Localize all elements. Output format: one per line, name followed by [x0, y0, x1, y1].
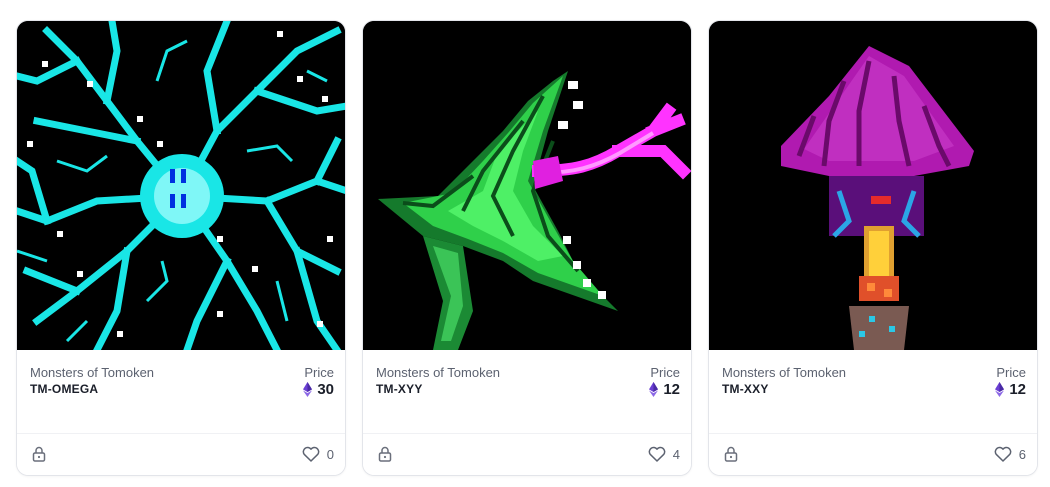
heart-icon	[648, 446, 666, 462]
token-name[interactable]: TM-OMEGA	[30, 382, 98, 396]
nft-info: Monsters of Tomoken TM-XYY Price 12	[363, 350, 691, 436]
nft-card[interactable]: Monsters of Tomoken TM-OMEGA Price 30 0	[16, 20, 346, 476]
token-name[interactable]: TM-XYY	[376, 382, 423, 396]
nft-card[interactable]: Monsters of Tomoken TM-XYY Price 12 4	[362, 20, 692, 476]
collection-name[interactable]: Monsters of Tomoken	[30, 365, 154, 380]
price-label: Price	[996, 365, 1026, 380]
price: 12	[995, 381, 1026, 398]
collection-name[interactable]: Monsters of Tomoken	[722, 365, 846, 380]
heart-icon	[302, 446, 320, 462]
price-label: Price	[650, 365, 680, 380]
lock-icon[interactable]	[32, 446, 46, 462]
nft-info: Monsters of Tomoken TM-XXY Price 12	[709, 350, 1037, 436]
nft-info: Monsters of Tomoken TM-OMEGA Price 30	[17, 350, 345, 436]
price: 30	[303, 381, 334, 398]
like-button[interactable]: 0	[302, 446, 334, 462]
card-footer: 0	[17, 433, 345, 475]
nft-artwork[interactable]	[709, 21, 1037, 350]
ethereum-icon	[995, 382, 1005, 397]
heart-icon	[994, 446, 1012, 462]
price-value: 30	[317, 381, 334, 398]
like-button[interactable]: 4	[648, 446, 680, 462]
lock-icon[interactable]	[724, 446, 738, 462]
nft-artwork[interactable]	[363, 21, 691, 350]
price-label: Price	[304, 365, 334, 380]
lock-icon[interactable]	[378, 446, 392, 462]
like-button[interactable]: 6	[994, 446, 1026, 462]
nft-card-grid: Monsters of Tomoken TM-OMEGA Price 30 0 …	[0, 0, 1050, 487]
price-value: 12	[663, 381, 680, 398]
nft-artwork[interactable]	[17, 21, 345, 350]
dragon-artwork-image	[363, 21, 691, 350]
ethereum-icon	[303, 382, 313, 397]
collection-name[interactable]: Monsters of Tomoken	[376, 365, 500, 380]
token-name[interactable]: TM-XXY	[722, 382, 769, 396]
price: 12	[649, 381, 680, 398]
ethereum-icon	[649, 382, 659, 397]
card-footer: 4	[363, 433, 691, 475]
price-value: 12	[1009, 381, 1026, 398]
card-footer: 6	[709, 433, 1037, 475]
like-count: 4	[672, 446, 680, 462]
like-count: 6	[1018, 446, 1026, 462]
nft-card[interactable]: Monsters of Tomoken TM-XXY Price 12 6	[708, 20, 1038, 476]
like-count: 0	[326, 446, 334, 462]
neuron-artwork-image	[17, 21, 345, 350]
mushroom-artwork-image	[709, 21, 1037, 350]
